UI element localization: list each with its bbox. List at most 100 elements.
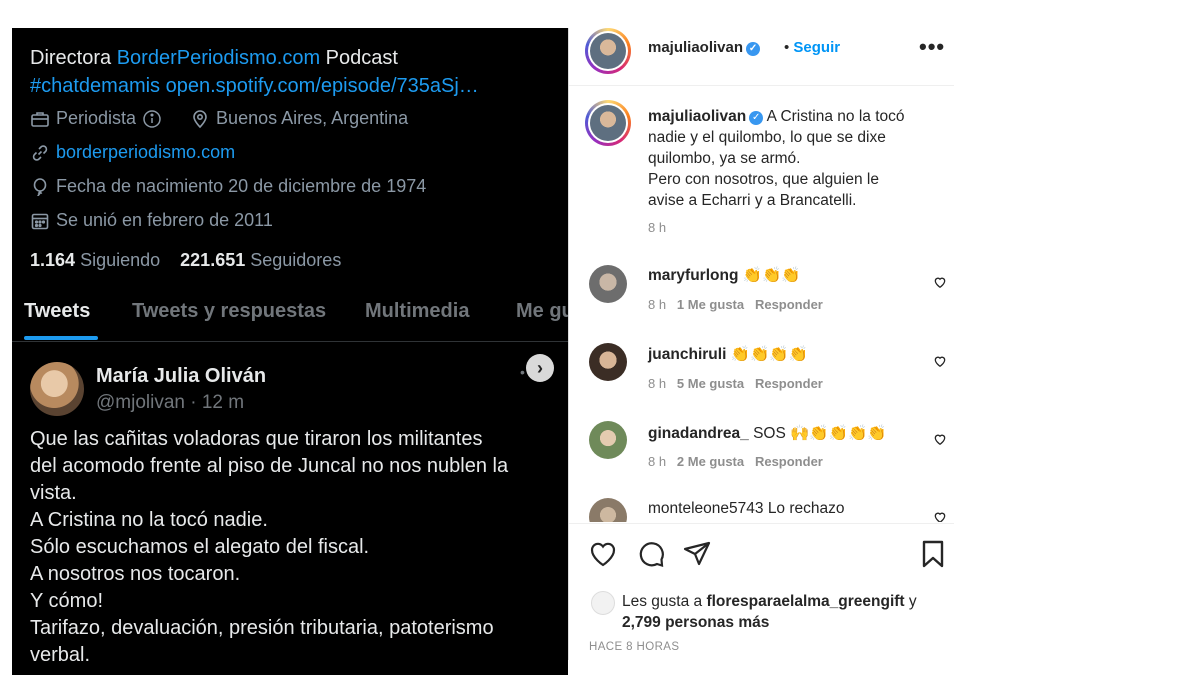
tweet-line: verbal.: [30, 644, 91, 666]
tab-tweets[interactable]: Tweets: [24, 300, 90, 323]
bookmark-icon[interactable]: [917, 538, 949, 570]
like-heart-icon[interactable]: [587, 538, 619, 570]
profile-meta-row: Periodista Buenos Aires, Argentina: [30, 108, 408, 129]
post-timestamp[interactable]: HACE 8 HORAS: [589, 641, 679, 653]
following-label: Siguiendo: [80, 250, 161, 270]
tweet-author-handle[interactable]: @mjolivan · 12 m: [96, 392, 244, 414]
followers-link[interactable]: 221.651 Seguidores: [180, 250, 341, 270]
comment-time[interactable]: 8 h: [648, 454, 666, 469]
comment-row: maryfurlong 👏👏👏: [648, 266, 801, 285]
tab-tweets-y-respuestas[interactable]: Tweets y respuestas: [132, 300, 326, 323]
follow-button-label: Seguir: [793, 39, 841, 56]
likes-prefix: Les gusta a: [622, 593, 707, 610]
active-tab-indicator: [24, 336, 98, 340]
comment-username[interactable]: ginadandrea_: [648, 425, 749, 442]
comment-time[interactable]: 8 h: [648, 376, 666, 391]
reply-button[interactable]: Responder: [755, 297, 823, 312]
reply-button[interactable]: Responder: [755, 376, 823, 391]
followers-count: 221.651: [180, 250, 246, 270]
profile-tabs: Tweets Tweets y respuestas Multimedia Me…: [12, 290, 568, 342]
tweet-line: Sólo escuchamos el alegato del fiscal.: [30, 536, 370, 558]
caption-line: nadie y el quilombo, lo que se dixe: [648, 129, 886, 146]
joined-label: Se unió en febrero de 2011: [56, 210, 273, 230]
comment-likes[interactable]: 1 Me gusta: [677, 297, 744, 312]
comment-meta: 8 h 2 Me gusta Responder: [648, 454, 823, 469]
comment-heart-icon[interactable]: [933, 510, 947, 522]
tab-me-gusta[interactable]: Me gu: [516, 300, 568, 323]
divider: [569, 523, 954, 524]
location-pin-icon: [190, 109, 210, 129]
calendar-icon: [30, 211, 50, 231]
tweet-line: Tarifazo, devaluación, presión tributari…: [30, 617, 494, 639]
liker-avatar[interactable]: [591, 591, 615, 615]
caption-username[interactable]: majuliaolivan: [648, 108, 746, 125]
tab-multimedia[interactable]: Multimedia: [365, 300, 469, 323]
verified-icon: ✓: [749, 111, 764, 125]
tweet-author-name[interactable]: María Julia Oliván: [96, 365, 266, 388]
comment-text: SOS 🙌👏👏👏👏: [753, 425, 887, 442]
following-count: 1.164: [30, 250, 76, 270]
comment-row: juanchiruli 👏👏👏👏: [648, 345, 808, 364]
follow-stats: 1.164 Siguiendo 221.651 Seguidores: [30, 250, 341, 271]
comment-heart-icon[interactable]: [933, 354, 947, 368]
caption-time[interactable]: 8 h: [648, 220, 666, 235]
comment-username[interactable]: monteleone5743: [648, 500, 764, 517]
more-dots-icon[interactable]: •: [520, 364, 525, 380]
comment-avatar[interactable]: [589, 421, 627, 459]
comment-time[interactable]: 8 h: [648, 297, 666, 312]
caption-line: quilombo, ya se armó.: [648, 150, 801, 167]
tweet-line: del acomodo frente al piso de Juncal no …: [30, 455, 509, 477]
post-caption: majuliaolivan ✓ A Cristina no la tocó nad…: [648, 106, 938, 211]
bio-link-borderperiodismo[interactable]: BorderPeriodismo.com: [117, 47, 320, 69]
comment-row: monteleone5743 Lo rechazo: [648, 500, 845, 518]
caption-line: Pero con nosotros, que alguien le: [648, 171, 879, 188]
liker-username[interactable]: floresparaelalma_greengift: [706, 593, 904, 610]
website-link[interactable]: borderperiodismo.com: [56, 142, 235, 163]
tweet-line: A nosotros nos tocaron.: [30, 563, 241, 585]
comment-text: Lo rechazo: [767, 500, 845, 517]
bio-hashtag-spotify-link[interactable]: #chatdemamis open.spotify.com/episode/73…: [30, 72, 560, 100]
profile-joined-row: Se unió en febrero de 2011: [30, 210, 273, 231]
link-icon: [30, 143, 50, 163]
follow-button[interactable]: • Seguir: [784, 39, 840, 56]
comment-username[interactable]: juanchiruli: [648, 346, 726, 363]
comment-avatar[interactable]: [589, 265, 627, 303]
profile-birthdate-row: Fecha de nacimiento 20 de diciembre de 1…: [30, 176, 426, 197]
comment-likes[interactable]: 5 Me gusta: [677, 376, 744, 391]
author-avatar[interactable]: [585, 28, 631, 74]
share-paper-plane-icon[interactable]: [681, 538, 713, 570]
tweet-text: Que las cañitas voladoras que tiraron lo…: [30, 426, 560, 669]
following-link[interactable]: 1.164 Siguiendo: [30, 250, 160, 270]
likes-others-link[interactable]: 2,799 personas más: [622, 614, 769, 631]
instagram-post-panel: majuliaolivan ✓ • Seguir ••• majuliaoliva…: [568, 28, 954, 660]
likes-summary: Les gusta a floresparaelalma_greengift y…: [622, 591, 952, 633]
comment-avatar[interactable]: [589, 498, 627, 522]
comment-likes[interactable]: 2 Me gusta: [677, 454, 744, 469]
twitter-profile-panel: Directora BorderPeriodismo.com Podcast #…: [12, 28, 568, 675]
comment-username[interactable]: maryfurlong: [648, 267, 738, 284]
chevron-right-icon[interactable]: ›: [526, 354, 554, 382]
comment-bubble-icon[interactable]: [635, 538, 667, 570]
birthdate-label: Fecha de nacimiento 20 de diciembre de 1…: [56, 176, 427, 196]
header-username[interactable]: majuliaolivan ✓: [648, 39, 761, 56]
location-label: Buenos Aires, Argentina: [216, 108, 409, 128]
caption-author-avatar[interactable]: [585, 100, 631, 146]
comment-heart-icon[interactable]: [933, 432, 947, 446]
profile-website-row: borderperiodismo.com: [30, 142, 235, 163]
comment-row: ginadandrea_ SOS 🙌👏👏👏👏: [648, 424, 887, 443]
likes-suffix: y: [904, 593, 917, 610]
tweet-author-avatar[interactable]: [30, 362, 84, 416]
comment-text: 👏👏👏👏: [730, 346, 808, 363]
tweet-line: Y cómo!: [30, 590, 103, 612]
bio-text-prefix: Directora: [30, 47, 117, 69]
comment-heart-icon[interactable]: [933, 275, 947, 289]
post-header: majuliaolivan ✓ • Seguir •••: [569, 28, 954, 86]
caption-line: avise a Echarri y a Brancatelli.: [648, 192, 857, 209]
caption-line: A Cristina no la tocó: [766, 108, 905, 125]
info-icon[interactable]: [142, 109, 162, 129]
more-options-icon[interactable]: •••: [919, 34, 945, 60]
comment-avatar[interactable]: [589, 343, 627, 381]
bio-text-suffix: Podcast: [320, 47, 398, 69]
reply-button[interactable]: Responder: [755, 454, 823, 469]
profile-bio: Directora BorderPeriodismo.com Podcast #…: [30, 44, 560, 100]
